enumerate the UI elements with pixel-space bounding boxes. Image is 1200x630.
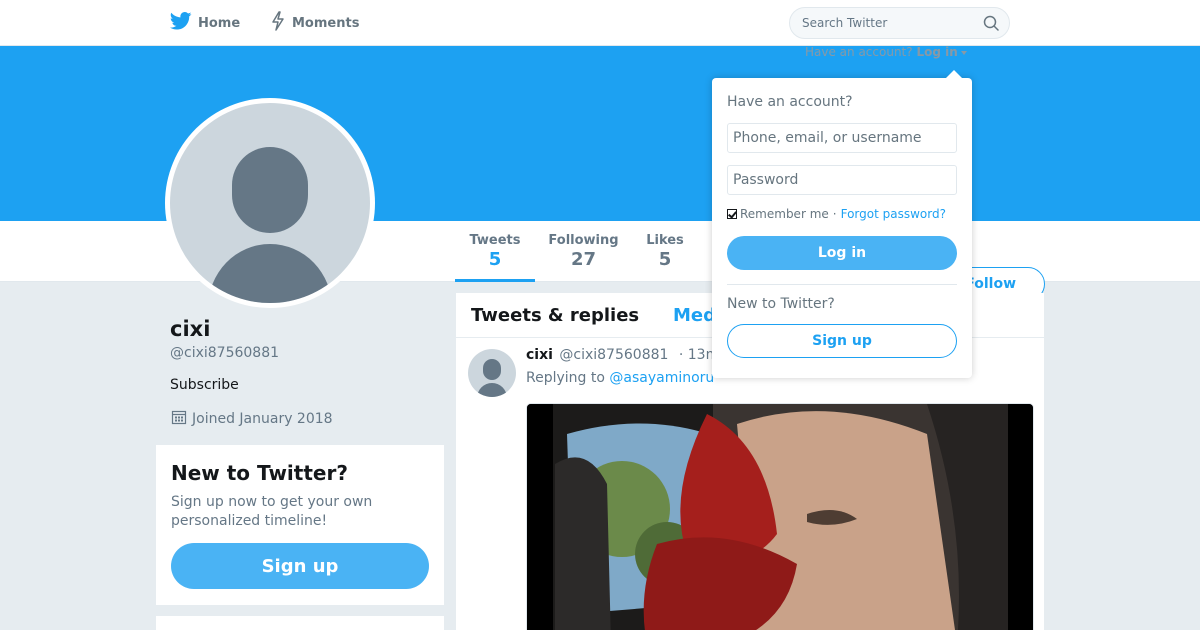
avatar[interactable] [165, 98, 375, 308]
replying-to: Replying to @asayaminoru [526, 370, 714, 386]
stat-likes[interactable]: Likes 5 [640, 233, 690, 270]
account-prompt-text: Have an account? [805, 45, 913, 59]
secondary-card [156, 616, 444, 630]
replying-to-prefix: Replying to [526, 370, 605, 386]
remember-row: Remember me · Forgot password? [727, 207, 946, 221]
remember-me-checkbox[interactable] [727, 209, 737, 219]
signup-card-subtitle: Sign up now to get your own personalized… [171, 494, 373, 529]
new-to-twitter-label: New to Twitter? [727, 296, 835, 312]
stat-following-label: Following [548, 233, 619, 248]
tweet-header: cixi @cixi87560881 · 13m [526, 347, 719, 363]
stat-likes-value: 5 [658, 249, 672, 270]
stat-following-value: 27 [570, 249, 597, 270]
stat-likes-label: Likes [646, 233, 684, 248]
calendar-icon [171, 409, 192, 429]
caret-down-icon [960, 50, 967, 55]
stat-tweets[interactable]: Tweets 5 [455, 233, 535, 270]
tweet-author-handle[interactable]: @cixi87560881 [559, 347, 668, 363]
profile-handle: @cixi87560881 [170, 345, 280, 361]
signup-card: New to Twitter? Sign up now to get your … [156, 445, 444, 605]
nav-moments[interactable]: Moments [270, 11, 360, 35]
tweet-avatar[interactable] [468, 349, 516, 397]
username-field[interactable] [727, 123, 957, 153]
login-link[interactable]: Log in [916, 45, 967, 59]
stat-tweets-value: 5 [488, 249, 502, 270]
password-field[interactable] [727, 165, 957, 195]
nav-moments-label: Moments [292, 15, 360, 31]
search-icon[interactable] [983, 15, 999, 35]
login-dropdown: Have an account? Remember me · Forgot pa… [712, 78, 972, 378]
tab-tweets-replies[interactable]: Tweets & replies [471, 305, 639, 326]
profile-name: cixi [170, 317, 211, 341]
signup-card-button[interactable]: Sign up [171, 543, 429, 589]
stat-tweets-label: Tweets [469, 233, 521, 248]
twitter-bird-icon [169, 12, 198, 34]
account-prompt: Have an account? Log in [805, 45, 967, 59]
login-link-label: Log in [916, 45, 958, 59]
signup-card-title: New to Twitter? [171, 461, 348, 485]
tweet-author-name[interactable]: cixi [526, 347, 553, 363]
signup-button[interactable]: Sign up [727, 324, 957, 358]
dropdown-caret [945, 70, 963, 79]
search-box [789, 7, 1010, 39]
lightning-icon [270, 11, 292, 35]
dropdown-divider [727, 284, 957, 285]
joined-date-text: Joined January 2018 [192, 411, 333, 427]
stat-following[interactable]: Following 27 [541, 233, 626, 270]
login-button[interactable]: Log in [727, 236, 957, 270]
nav-home-label: Home [198, 15, 241, 31]
search-input[interactable] [802, 8, 972, 38]
tweet-media-image[interactable] [526, 403, 1034, 630]
remember-separator: · [832, 207, 837, 221]
replying-to-link[interactable]: @asayaminoru [609, 370, 714, 386]
top-nav: Home Moments [0, 0, 1200, 46]
active-tab-indicator [455, 279, 535, 282]
default-avatar-icon [170, 103, 370, 303]
subscribe-link[interactable]: Subscribe [170, 377, 239, 393]
joined-date: Joined January 2018 [171, 409, 333, 429]
remember-me-label: Remember me [740, 207, 829, 221]
forgot-password-link[interactable]: Forgot password? [841, 207, 946, 221]
nav-home[interactable]: Home [169, 12, 241, 34]
login-dropdown-title: Have an account? [727, 94, 853, 110]
